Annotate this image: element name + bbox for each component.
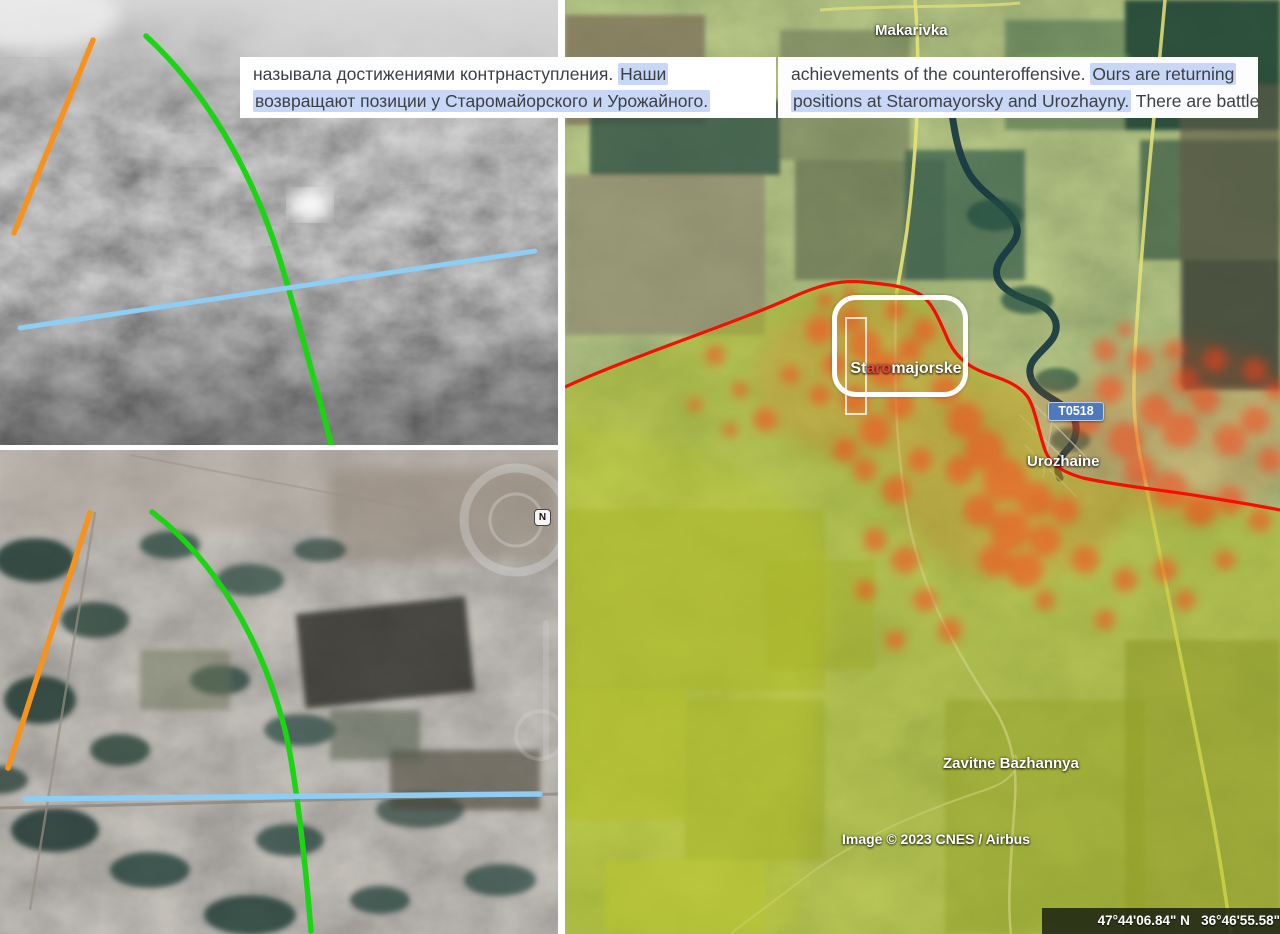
imagery-credit: Image © 2023 CNES / Airbus bbox=[842, 831, 1030, 847]
label-staromajorske-part2: aro bbox=[866, 360, 891, 377]
russian-text-normal: называла достижениями контрнаступления. bbox=[253, 64, 618, 84]
map-base bbox=[565, 0, 1280, 934]
english-text-normal-2: There are battles bbox=[1131, 91, 1258, 111]
satellite-image-texture bbox=[0, 450, 558, 934]
zoom-slider bbox=[543, 620, 549, 760]
label-urozhaine: Urozhaine bbox=[1027, 453, 1100, 470]
label-staromajorske: Staromajorske bbox=[841, 360, 971, 378]
english-text-normal: achievements of the counteroffensive. bbox=[791, 64, 1090, 84]
english-line-2: positions at Staromayorsky and Urozhayny… bbox=[791, 88, 1246, 115]
coordinates-readout: 47°44'06.84" N 36°46'55.58" bbox=[1042, 908, 1280, 934]
road-badge-t0518: T0518 bbox=[1048, 402, 1104, 421]
translation-box-russian: называла достижениями контрнаступления. … bbox=[240, 57, 776, 118]
staromajorske-highlight-box bbox=[832, 295, 968, 397]
label-makarivka: Makarivka bbox=[875, 22, 948, 39]
russian-text-highlighted: Наши bbox=[618, 63, 668, 85]
russian-line-1: называла достижениями контрнаступления. … bbox=[253, 61, 764, 88]
russian-text-highlighted-2: возвращают позиции у Старомайорского и У… bbox=[253, 90, 710, 112]
english-text-highlighted-2: positions at Staromayorsky and Urozhayny… bbox=[791, 90, 1131, 112]
label-staromajorske-part3: majorske bbox=[891, 360, 961, 377]
english-text-highlighted: Ours are returning bbox=[1090, 63, 1236, 85]
label-staromajorske-part1: St bbox=[850, 360, 866, 377]
translation-box-english: achievements of the counteroffensive. Ou… bbox=[778, 57, 1258, 118]
label-zavitne-bazhannya: Zavitne Bazhannya bbox=[943, 755, 1079, 772]
english-line-1: achievements of the counteroffensive. Ou… bbox=[791, 61, 1246, 88]
compass-north-badge: N bbox=[534, 509, 551, 526]
russian-line-2: возвращают позиции у Старомайорского и У… bbox=[253, 88, 764, 115]
screenshot-collage: N bbox=[0, 0, 1280, 934]
satellite-image-panel: N bbox=[0, 450, 558, 934]
situation-map-panel: Makarivka Staromajorske T0518 Urozhaine … bbox=[565, 0, 1280, 934]
